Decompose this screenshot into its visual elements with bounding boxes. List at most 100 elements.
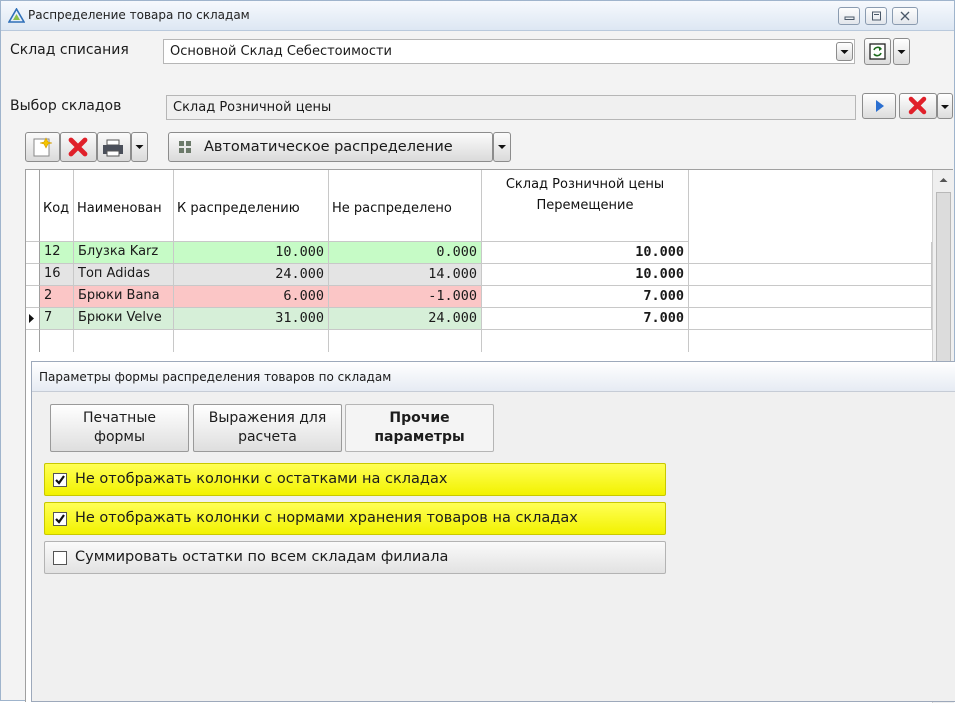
cell-k_raspr[interactable]: 10.000 — [174, 242, 329, 264]
cell-kod[interactable]: 16 — [40, 264, 74, 286]
column-header-name[interactable]: Наименован — [74, 170, 174, 242]
empty-row — [26, 330, 932, 352]
cell-ne_raspr[interactable]: 0.000 — [329, 242, 482, 264]
row-indicator[interactable] — [26, 308, 40, 330]
writeoff-warehouse-select[interactable]: Основной Склад Себестоимости — [163, 39, 855, 64]
cell-ne_raspr[interactable]: -1.000 — [329, 286, 482, 308]
new-document-icon — [33, 137, 53, 157]
empty-cell — [26, 330, 40, 352]
refresh-icon — [869, 43, 886, 60]
auto-distribute-menu-button[interactable] — [493, 132, 511, 162]
dialog-tab-1[interactable]: Печатные формы — [50, 404, 189, 452]
option-row[interactable]: Не отображать колонки с остатками на скл… — [44, 463, 666, 496]
cell-ne_raspr[interactable]: 14.000 — [329, 264, 482, 286]
row-filler — [689, 308, 932, 330]
tab-label-line1: Печатные — [83, 410, 156, 426]
cell-ne_raspr[interactable]: 24.000 — [329, 308, 482, 330]
maximize-icon — [872, 11, 881, 21]
checkmark-icon — [55, 514, 65, 524]
chevron-down-icon — [135, 145, 144, 149]
option-label: Суммировать остатки по всем складам фили… — [75, 549, 449, 565]
row-indicator[interactable] — [26, 286, 40, 308]
cell-kod[interactable]: 2 — [40, 286, 74, 308]
cell-k_raspr[interactable]: 31.000 — [174, 308, 329, 330]
checkbox[interactable] — [53, 473, 67, 487]
cell-kod[interactable]: 7 — [40, 308, 74, 330]
app-logo-icon — [8, 8, 25, 23]
option-row[interactable]: Суммировать остатки по всем складам фили… — [44, 541, 666, 574]
add-button[interactable] — [25, 132, 60, 162]
tab-label-line1: Прочие — [389, 410, 450, 426]
main-window: Распределение товара по складам Склад сп… — [0, 0, 955, 703]
empty-cell — [329, 330, 482, 352]
cell-k_raspr[interactable]: 24.000 — [174, 264, 329, 286]
row-indicator[interactable] — [26, 242, 40, 264]
column-header-sklad-line1: Склад Розничной цены — [505, 177, 665, 192]
cell-name[interactable]: Блузка Karz — [74, 242, 174, 264]
cell-move[interactable]: 7.000 — [482, 286, 689, 308]
grid-icon — [179, 141, 191, 153]
cell-move[interactable]: 10.000 — [482, 242, 689, 264]
scroll-up-icon — [939, 178, 948, 182]
empty-cell — [174, 330, 329, 352]
row-indicator-header — [26, 170, 40, 242]
column-header-k-raspr[interactable]: К распределению — [174, 170, 329, 242]
cell-k_raspr[interactable]: 6.000 — [174, 286, 329, 308]
option-row[interactable]: Не отображать колонки с нормами хранения… — [44, 502, 666, 535]
tab-label-line1: Выражения для — [208, 410, 327, 426]
tab-label-line2: формы — [93, 429, 146, 445]
delete-x-icon — [68, 137, 88, 157]
scroll-thumb[interactable] — [936, 192, 951, 362]
dialog-tab-2[interactable]: Выражения для расчета — [193, 404, 342, 452]
row-indicator[interactable] — [26, 264, 40, 286]
tab-label-line2: расчета — [238, 429, 297, 445]
row-filler — [689, 264, 932, 286]
delete-row-button[interactable] — [60, 132, 97, 162]
cell-name[interactable]: Топ Adidas — [74, 264, 174, 286]
cell-move[interactable]: 7.000 — [482, 308, 689, 330]
writeoff-dropdown-button[interactable] — [836, 42, 853, 61]
print-menu-button[interactable] — [131, 132, 148, 162]
checkbox[interactable] — [53, 512, 67, 526]
table-row[interactable]: 12 Блузка Karz 10.000 0.000 10.000 — [26, 242, 932, 264]
maximize-button[interactable] — [865, 7, 887, 25]
print-button[interactable] — [97, 132, 131, 162]
dialog-tab-3[interactable]: Прочие параметры — [345, 404, 494, 452]
auto-distribute-label: Автоматическое распределение — [204, 139, 453, 155]
window-title: Распределение товара по складам — [28, 8, 250, 22]
minimize-icon — [844, 16, 855, 20]
checkmark-icon — [55, 475, 65, 485]
clear-warehouses-button[interactable] — [899, 93, 937, 119]
cell-name[interactable]: Брюки Bana — [74, 286, 174, 308]
chevron-down-icon — [897, 50, 906, 54]
clear-menu-button[interactable] — [937, 93, 953, 119]
close-icon — [900, 11, 910, 21]
cell-name[interactable]: Брюки Velve — [74, 308, 174, 330]
chevron-down-icon — [498, 145, 506, 149]
tab-label-line2: параметры — [374, 429, 465, 445]
form-parameters-dialog: Параметры формы распределения товаров по… — [31, 361, 955, 702]
cell-kod[interactable]: 12 — [40, 242, 74, 264]
auto-distribute-button[interactable]: Автоматическое распределение — [168, 132, 493, 162]
table-row[interactable]: 16 Топ Adidas 24.000 14.000 10.000 — [26, 264, 932, 286]
refresh-warehouse-button[interactable] — [864, 38, 891, 65]
table-row[interactable]: 7 Брюки Velve 31.000 24.000 7.000 — [26, 308, 932, 330]
column-header-sklad-move[interactable]: Склад Розничной цены Перемещение — [482, 170, 689, 242]
choose-warehouses-field[interactable]: Склад Розничной цены — [166, 95, 856, 120]
checkbox[interactable] — [53, 551, 67, 565]
choose-warehouses-label: Выбор складов — [10, 98, 122, 114]
close-button[interactable] — [892, 7, 918, 25]
minimize-button[interactable] — [838, 7, 860, 25]
column-header-ne-raspr[interactable]: Не распределено — [329, 170, 482, 242]
row-filler — [689, 286, 932, 308]
writeoff-warehouse-label: Склад списания — [10, 42, 129, 58]
chevron-down-icon — [941, 105, 949, 109]
option-label: Не отображать колонки с нормами хранения… — [75, 510, 578, 526]
select-warehouses-button[interactable] — [862, 93, 896, 119]
refresh-menu-button[interactable] — [893, 38, 910, 65]
table-row[interactable]: 2 Брюки Bana 6.000 -1.000 7.000 — [26, 286, 932, 308]
dialog-title-bar: Параметры формы распределения товаров по… — [32, 362, 955, 392]
cell-move[interactable]: 10.000 — [482, 264, 689, 286]
column-header-kod[interactable]: Код — [40, 170, 74, 242]
column-header-sklad-line2: Перемещение — [536, 198, 634, 213]
